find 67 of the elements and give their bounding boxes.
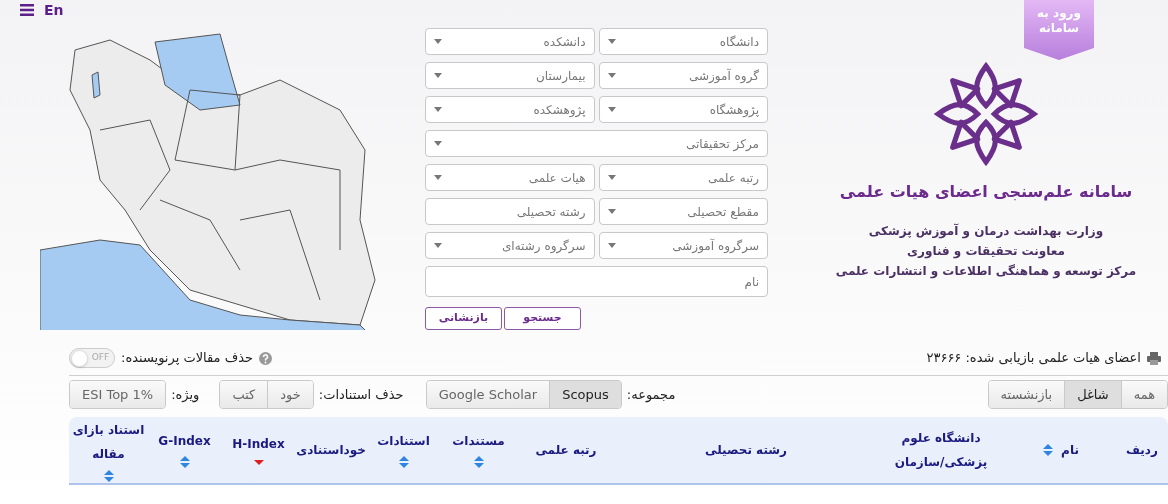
caret-icon [434, 39, 442, 44]
column-header: ردیف [1126, 442, 1158, 459]
help-icon[interactable] [259, 351, 273, 365]
sort-icon[interactable] [103, 470, 114, 482]
subtitle-line: وزارت بهداشت درمان و آموزش پزشکی [868, 222, 1104, 240]
segment-tab[interactable]: همه [1121, 381, 1167, 408]
column-header[interactable]: نام [1061, 438, 1079, 462]
dropdown[interactable]: پژوهشگاه [598, 96, 768, 123]
column-header[interactable]: استناد بازای مقاله [71, 418, 146, 466]
caret-icon [607, 107, 616, 112]
sort-icon[interactable] [1043, 444, 1054, 456]
column-header[interactable]: مستندات [452, 432, 505, 450]
dropdown[interactable]: سرگروه آموزشی [598, 232, 768, 259]
caret-icon [607, 73, 616, 78]
option-label: حذف استنادات: [318, 385, 404, 404]
column-header[interactable]: استنادات [377, 432, 430, 450]
dropdown[interactable]: سرگروه رشته‌ای [425, 232, 595, 259]
dropdown[interactable]: مرکز تحقیقاتی [425, 130, 768, 157]
input-field[interactable]: رشته تحصیلی [425, 198, 595, 225]
column-header: رتبه علمی [535, 442, 597, 459]
language-link[interactable]: En [44, 0, 64, 21]
caret-icon [607, 209, 616, 214]
print-icon[interactable] [1147, 351, 1161, 365]
caret-icon [434, 107, 442, 112]
segment-tab[interactable]: کتب [220, 381, 269, 408]
segment-tab[interactable]: Scopus [550, 381, 621, 408]
dropdown[interactable]: مقطع تحصیلی [598, 198, 768, 225]
column-header[interactable]: H-Index [232, 435, 285, 453]
subtitle-line: معاونت تحقیقات و فناوری [907, 243, 1065, 260]
subtitle-line: مرکز توسعه و هماهنگی اطلاعات و انتشارات علمی [835, 263, 1137, 280]
prolific-filter-label: حذف مقالات پرنویسنده: [121, 349, 254, 368]
caret-icon [434, 243, 442, 248]
dropdown[interactable]: گروه آموزشی [598, 62, 768, 89]
dropdown[interactable]: پژوهشکده [425, 96, 595, 123]
site-title: سامانه علم‌سنجی اعضای هیات علمی [839, 181, 1133, 203]
result-count: اعضای هیات علمی بازیابی شده: ۲۳۶۶۶ [926, 349, 1141, 368]
column-header: خوداستنادی [296, 442, 366, 459]
dropdown[interactable]: دانشکده [425, 28, 595, 55]
option-label: مجموعه: [626, 385, 676, 405]
sort-icon[interactable] [473, 456, 484, 468]
caret-icon [434, 73, 442, 78]
dropdown[interactable]: هیات علمی [425, 164, 595, 191]
flower-logo-icon [934, 62, 1038, 166]
caret-icon [434, 141, 442, 146]
form-button[interactable]: جستجو [504, 307, 581, 330]
input-field[interactable]: نام [425, 266, 768, 297]
segment-tab[interactable]: ESI Top 1% [70, 381, 166, 408]
caret-icon [607, 243, 616, 248]
dropdown[interactable]: بیمارستان [425, 62, 595, 89]
segment-tab[interactable]: شاغل [1065, 381, 1122, 408]
dropdown[interactable]: رتبه علمی [598, 164, 768, 191]
sort-icon[interactable] [398, 456, 409, 468]
segment-tab[interactable]: بازنشسته [988, 381, 1066, 408]
caret-icon [607, 175, 616, 180]
caret-icon [434, 175, 442, 180]
sort-icon[interactable] [179, 456, 190, 468]
option-label: ویژه: [171, 385, 200, 405]
column-header: رشته تحصیلی [705, 442, 787, 459]
sort-icon[interactable] [253, 459, 264, 465]
form-button[interactable]: بازنشانی [425, 307, 502, 330]
segment-tab[interactable]: Google Scholar [426, 381, 551, 408]
dropdown[interactable]: دانشگاه [598, 28, 768, 55]
column-header: دانشگاه علوم پزشکی/سازمان [894, 431, 988, 469]
caret-icon [607, 39, 616, 44]
segment-tab[interactable]: خود [268, 381, 313, 408]
column-header[interactable]: G-Index [158, 432, 211, 450]
menu-icon[interactable] [20, 4, 34, 16]
